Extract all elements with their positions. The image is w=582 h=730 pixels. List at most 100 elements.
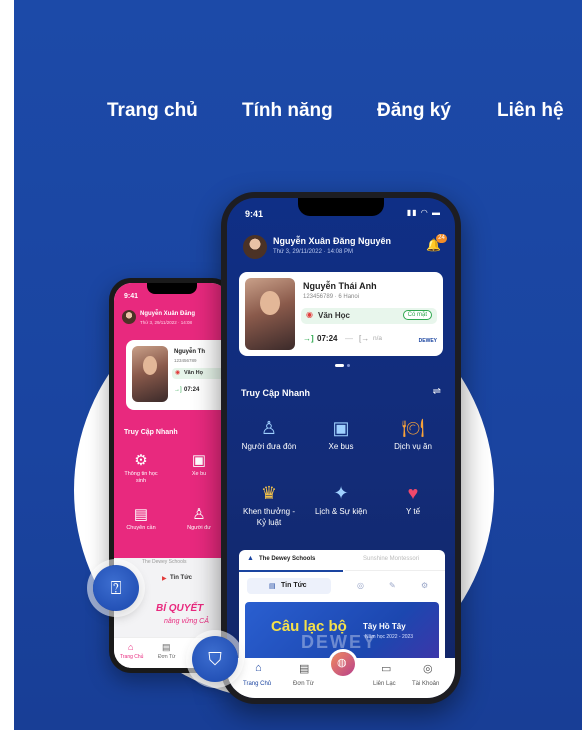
category-icon-1[interactable]: ◎ — [357, 581, 364, 590]
carousel-dot-active[interactable] — [335, 364, 344, 367]
school-logo: DEWEY — [418, 338, 437, 344]
subject-label: Văn Học — [318, 311, 351, 320]
student-card[interactable]: Nguyễn Thái Anh 123456789 · 6 Hanoi ◉ Vă… — [239, 272, 443, 356]
news-icon: ▤ — [269, 583, 276, 590]
calendar-icon: ✦ — [333, 483, 349, 503]
notification-badge: 24 — [436, 234, 447, 243]
checkout-icon: [→ — [359, 334, 370, 343]
checkout-time: n/a — [373, 335, 383, 342]
school-tab-label: The Dewey Schools — [259, 556, 316, 562]
security-button[interactable]: ⛉ — [192, 636, 238, 682]
quick-access-title: Truy Cập Nhanh — [241, 388, 311, 398]
bottom-nav-home[interactable]: Trang Chủ — [120, 654, 143, 660]
student-meta: 123456789 · 6 Hanoi — [303, 294, 360, 300]
range-dash: — — [345, 334, 353, 343]
bottom-nav-home[interactable]: ⌂ Trang Chủ — [241, 662, 281, 694]
carousel-dot[interactable] — [347, 364, 350, 367]
school-icon: ▲ — [247, 555, 254, 562]
feature-label: Người đư — [187, 525, 211, 531]
bottom-nav-label: Đơn Từ — [293, 681, 314, 687]
feature-label: Y tế — [405, 507, 421, 516]
feature-award[interactable]: ♛ Khen thưởng - Kỷ luật — [239, 483, 299, 528]
news-icon: ▶ — [162, 576, 167, 582]
home-icon: ⌂ — [128, 642, 134, 652]
category-icon-2[interactable]: ✎ — [389, 581, 396, 590]
student-photo — [132, 346, 168, 402]
banner-year: Năm học 2022 - 2023 — [365, 634, 414, 640]
feature-label: Xe bu — [191, 471, 207, 477]
form-icon: ▤ — [299, 663, 310, 675]
back-phone-screen: 9:41 Nguyễn Xuân Đăng Thứ 3, 29/11/2022 … — [114, 283, 229, 668]
student-info-icon: ⚙ — [134, 452, 148, 469]
user-date: Thứ 3, 29/11/2022 · 14:08 PM — [273, 249, 353, 255]
news-tab[interactable]: Tin Tức — [170, 575, 192, 581]
settings-sliders-icon[interactable]: ⇌ — [433, 386, 441, 397]
status-time: 9:41 — [245, 209, 264, 219]
nav-contact-link[interactable]: Liên hệ — [497, 100, 564, 122]
phone-notch — [298, 198, 384, 216]
feature-label: Chuyên cần — [126, 525, 156, 531]
nav-register-link[interactable]: Đăng ký — [377, 100, 451, 122]
help-chat-button[interactable]: ⍰ — [93, 565, 139, 611]
bottom-nav-account[interactable]: ◎ Tài Khoản — [409, 662, 451, 694]
feature-bus[interactable]: ▣ Xe bus — [311, 418, 371, 452]
avatar — [122, 310, 136, 324]
feature-dining[interactable]: 🍽 Dịch vụ ăn — [383, 418, 443, 452]
form-icon: ▤ — [162, 642, 171, 652]
back-phone-mockup: 9:41 Nguyễn Xuân Đăng Thứ 3, 29/11/2022 … — [109, 278, 234, 673]
hero-banner: Trang chủ Tính năng Đăng ký Liên hệ 9:41… — [14, 0, 582, 730]
subject-row: ◉ Văn Học Có mặt — [301, 308, 437, 324]
account-icon: ◎ — [423, 663, 433, 675]
tab-sunshine[interactable]: Sunshine Montessori — [345, 550, 445, 571]
bottom-nav-label: Trang Chủ — [243, 681, 272, 687]
news-tab-label: Tin Tức — [281, 582, 307, 589]
attendance-icon: ▤ — [133, 506, 149, 523]
bottom-nav-contact[interactable]: ▭ Liên Lạc — [367, 662, 407, 694]
promo-subtitle: nâng vững CẢ — [164, 618, 209, 625]
chat-icon: ▭ — [381, 663, 392, 675]
help-chat-icon: ⍰ — [110, 577, 122, 598]
feature-label: Lịch & Sự kiện — [314, 507, 368, 516]
news-tab-active[interactable]: ▤ Tin Tức — [247, 578, 331, 594]
attendance-badge: Có mặt — [402, 310, 432, 320]
avatar[interactable] — [243, 235, 267, 259]
live-class-icon: ◉ — [306, 310, 313, 319]
bottom-nav-forms[interactable]: Đơn Từ — [158, 654, 175, 660]
school-tab[interactable]: The Dewey Schools — [142, 559, 186, 565]
student-name: Nguyễn Thái Anh — [303, 281, 377, 291]
center-action-button[interactable]: ◍ — [331, 652, 355, 676]
feature-health[interactable]: ♥ Y tế — [383, 483, 443, 517]
student-name: Nguyễn Th — [174, 349, 205, 355]
shield-check-icon: ⛉ — [208, 648, 222, 669]
back-feature-student-info-top[interactable]: ⚙ Thông tin học sinh — [119, 451, 163, 485]
nav-home-link[interactable]: Trang chủ — [107, 100, 198, 122]
bottom-nav-label: Tài Khoản — [412, 681, 440, 687]
feature-pickup[interactable]: ♙ Người đưa đón — [239, 418, 299, 452]
student-card[interactable]: Nguyễn Th 123456789 ◉ Văn Họ →] 07:24 — [126, 340, 229, 410]
top-nav: Trang chủ Tính năng Đăng ký Liên hệ — [14, 100, 582, 126]
user-name: Nguyễn Xuân Đăng Nguyên — [273, 236, 392, 246]
student-meta: 123456789 — [174, 358, 197, 363]
feature-label: Dịch vụ ăn — [394, 442, 432, 451]
feature-label: Khen thưởng - Kỷ luật — [243, 507, 295, 527]
checkin-time: 07:24 — [184, 387, 200, 393]
back-feature-bus-top[interactable]: ▣ Xe bu — [177, 451, 221, 478]
category-icon-3[interactable]: ⚙ — [421, 581, 428, 590]
dining-icon: 🍽 — [401, 418, 425, 438]
back-feature-pickup-top[interactable]: ♙ Người đư — [177, 505, 221, 532]
bus-icon: ▣ — [332, 418, 350, 438]
tab-dewey[interactable]: ▲ The Dewey Schools — [239, 550, 343, 572]
health-icon: ♥ — [407, 483, 419, 503]
back-feature-attendance-top[interactable]: ▤ Chuyên cần — [119, 505, 163, 532]
nav-features-link[interactable]: Tính năng — [242, 100, 333, 122]
pickup-person-icon: ♙ — [260, 418, 278, 438]
user-date: Thứ 3, 29/11/2022 · 14:08 — [140, 320, 192, 325]
award-icon: ♛ — [260, 483, 278, 503]
bus-icon: ▣ — [191, 452, 207, 469]
feature-calendar[interactable]: ✦ Lịch & Sự kiện — [311, 483, 371, 517]
bottom-nav-forms[interactable]: ▤ Đơn Từ — [285, 662, 325, 694]
subject-label: Văn Họ — [184, 370, 203, 376]
checkin-icon: →] — [174, 387, 182, 393]
status-time: 9:41 — [124, 293, 139, 300]
status-icons: ▮▮ ◠ ▬ — [406, 208, 441, 217]
